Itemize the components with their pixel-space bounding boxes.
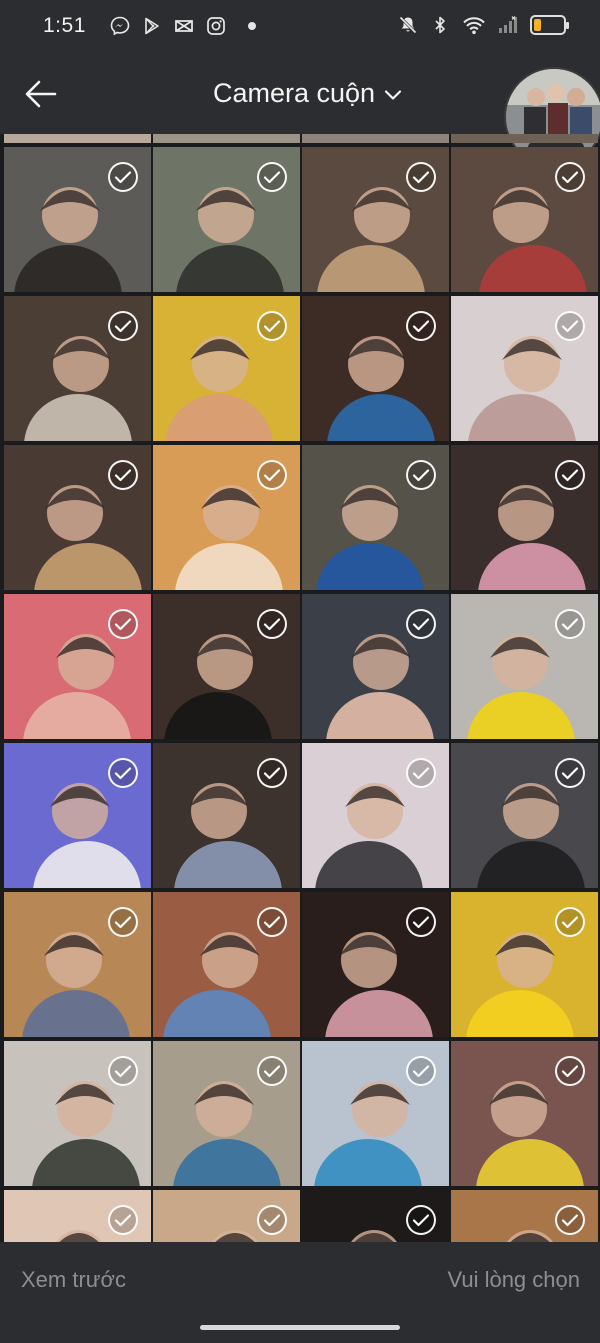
home-indicator[interactable] <box>200 1325 400 1330</box>
check-circle-icon[interactable] <box>108 460 138 490</box>
preview-button[interactable]: Xem trước <box>21 1267 126 1293</box>
check-circle-icon[interactable] <box>555 460 585 490</box>
notification-dot-icon <box>248 22 256 30</box>
photo-thumbnail[interactable] <box>451 892 598 1037</box>
check-circle-icon[interactable] <box>555 311 585 341</box>
check-circle-icon[interactable] <box>257 907 287 937</box>
choose-button[interactable]: Vui lòng chọn <box>447 1267 580 1293</box>
bottom-action-bar: Xem trước Vui lòng chọn <box>0 1242 600 1343</box>
check-circle-icon[interactable] <box>257 311 287 341</box>
check-circle-icon[interactable] <box>555 758 585 788</box>
album-title: Camera cuộn <box>212 78 376 108</box>
check-circle-icon[interactable] <box>257 460 287 490</box>
check-circle-icon[interactable] <box>108 1205 138 1235</box>
photo-thumbnail[interactable] <box>153 296 300 441</box>
check-circle-icon[interactable] <box>406 460 436 490</box>
check-circle-icon[interactable] <box>257 1056 287 1086</box>
photo-thumbnail[interactable] <box>451 147 598 292</box>
check-circle-icon[interactable] <box>555 609 585 639</box>
photo-thumbnail[interactable] <box>302 445 449 590</box>
photo-thumbnail[interactable] <box>4 1041 151 1186</box>
photo-thumbnail[interactable] <box>153 892 300 1037</box>
check-circle-icon[interactable] <box>406 1205 436 1235</box>
check-circle-icon[interactable] <box>555 162 585 192</box>
check-circle-icon[interactable] <box>555 1056 585 1086</box>
check-circle-icon[interactable] <box>257 162 287 192</box>
photo-thumbnail[interactable] <box>4 296 151 441</box>
check-circle-icon[interactable] <box>257 1205 287 1235</box>
photo-thumbnail-partial[interactable] <box>302 134 449 143</box>
check-circle-icon[interactable] <box>108 311 138 341</box>
check-circle-icon[interactable] <box>257 609 287 639</box>
photo-thumbnail[interactable] <box>451 445 598 590</box>
status-time: 1:51 <box>43 14 86 37</box>
photo-thumbnail[interactable] <box>302 1190 449 1242</box>
photo-thumbnail[interactable] <box>153 1041 300 1186</box>
bluetooth-icon <box>435 16 445 34</box>
photo-thumbnail[interactable] <box>4 743 151 888</box>
battery-icon <box>530 15 569 35</box>
photo-grid <box>0 134 600 1242</box>
photo-thumbnail[interactable] <box>4 1190 151 1242</box>
photo-thumbnail[interactable] <box>153 1190 300 1242</box>
check-circle-icon[interactable] <box>406 907 436 937</box>
check-circle-icon[interactable] <box>406 162 436 192</box>
mute-icon <box>399 16 417 34</box>
photo-thumbnail[interactable] <box>302 892 449 1037</box>
photo-thumbnail[interactable] <box>302 1041 449 1186</box>
status-left-icons <box>110 16 256 36</box>
photo-thumbnail[interactable] <box>451 1041 598 1186</box>
photo-thumbnail[interactable] <box>302 743 449 888</box>
check-circle-icon[interactable] <box>406 609 436 639</box>
check-circle-icon[interactable] <box>555 1205 585 1235</box>
play-store-icon <box>145 17 159 35</box>
photo-thumbnail[interactable] <box>302 147 449 292</box>
photo-thumbnail[interactable] <box>451 594 598 739</box>
check-circle-icon[interactable] <box>108 758 138 788</box>
check-circle-icon[interactable] <box>108 1056 138 1086</box>
photo-thumbnail[interactable] <box>302 594 449 739</box>
capcut-icon <box>175 20 193 32</box>
check-circle-icon[interactable] <box>108 162 138 192</box>
messenger-icon <box>110 16 130 36</box>
photo-thumbnail[interactable] <box>451 1190 598 1242</box>
status-right-icons <box>398 15 569 35</box>
chevron-down-icon <box>384 90 402 100</box>
photo-thumbnail-partial[interactable] <box>451 134 598 143</box>
photo-thumbnail[interactable] <box>302 296 449 441</box>
check-circle-icon[interactable] <box>555 907 585 937</box>
photo-thumbnail[interactable] <box>451 296 598 441</box>
check-circle-icon[interactable] <box>406 1056 436 1086</box>
check-circle-icon[interactable] <box>108 907 138 937</box>
photo-thumbnail[interactable] <box>4 594 151 739</box>
photo-thumbnail-partial[interactable] <box>153 134 300 143</box>
photo-thumbnail[interactable] <box>153 743 300 888</box>
check-circle-icon[interactable] <box>257 758 287 788</box>
photo-thumbnail[interactable] <box>4 445 151 590</box>
photo-thumbnail-partial[interactable] <box>4 134 151 143</box>
check-circle-icon[interactable] <box>406 758 436 788</box>
check-circle-icon[interactable] <box>108 609 138 639</box>
signal-icon <box>499 16 517 33</box>
status-bar: 1:51 <box>0 0 600 54</box>
instagram-icon <box>207 17 225 35</box>
photo-thumbnail[interactable] <box>4 147 151 292</box>
app-header: Camera cuộn <box>0 54 600 167</box>
photo-thumbnail[interactable] <box>153 594 300 739</box>
photo-thumbnail[interactable] <box>4 892 151 1037</box>
photo-thumbnail[interactable] <box>153 147 300 292</box>
photo-thumbnail[interactable] <box>451 743 598 888</box>
wifi-icon <box>463 17 485 35</box>
check-circle-icon[interactable] <box>406 311 436 341</box>
photo-grid-partial-row <box>0 134 600 143</box>
photo-thumbnail[interactable] <box>153 445 300 590</box>
